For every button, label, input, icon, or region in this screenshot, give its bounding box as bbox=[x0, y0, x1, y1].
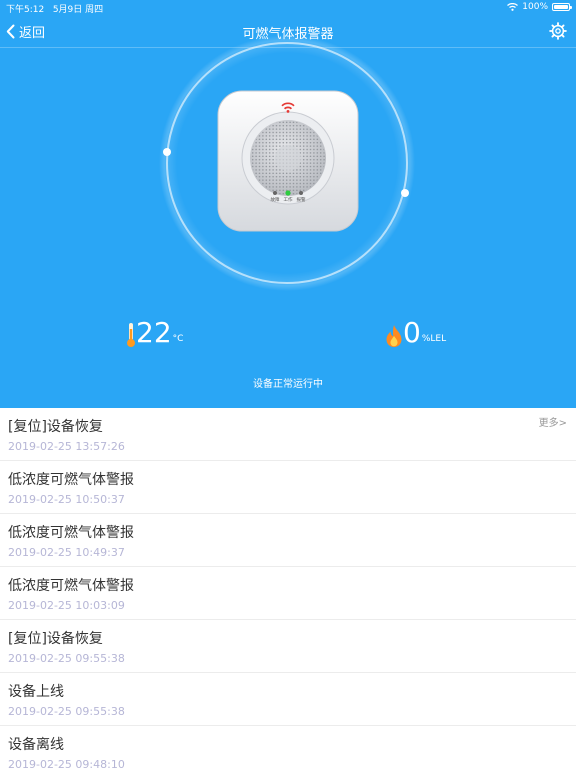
work-indicator-label: 工作 bbox=[284, 196, 293, 203]
event-time: 2019-02-25 09:55:38 bbox=[8, 652, 125, 665]
event-row[interactable]: 低浓度可燃气体警报 2019-02-25 10:50:37 bbox=[0, 461, 576, 514]
event-time: 2019-02-25 09:55:38 bbox=[8, 705, 125, 718]
alarm-indicator-label: 报警 bbox=[297, 196, 306, 203]
event-row[interactable]: [复位]设备恢复 2019-02-25 13:57:26 bbox=[0, 408, 576, 461]
thermometer-icon bbox=[127, 323, 135, 347]
event-title: 设备离线 bbox=[8, 737, 64, 753]
temperature-reading: 22 °C bbox=[126, 318, 183, 348]
device-status-text: 设备正常运行中 bbox=[253, 379, 323, 390]
event-row[interactable]: 设备离线 2019-02-25 09:48:10 bbox=[0, 726, 576, 768]
gas-unit: %LEL bbox=[421, 334, 447, 344]
event-row[interactable]: [复位]设备恢复 2019-02-25 09:55:38 bbox=[0, 620, 576, 673]
event-time: 2019-02-25 10:49:37 bbox=[8, 546, 125, 559]
event-time: 2019-02-25 10:50:37 bbox=[8, 493, 125, 506]
gas-value: 0 bbox=[403, 316, 421, 349]
gas-reading: 0 %LEL bbox=[385, 318, 446, 348]
alarm-indicator bbox=[273, 191, 277, 195]
flame-icon bbox=[386, 325, 402, 347]
event-time: 2019-02-25 13:57:26 bbox=[8, 440, 125, 453]
event-row[interactable]: 低浓度可燃气体警报 2019-02-25 10:49:37 bbox=[0, 514, 576, 567]
ring-marker-left bbox=[163, 148, 171, 156]
event-title: 低浓度可燃气体警报 bbox=[8, 578, 134, 594]
event-title: [复位]设备恢复 bbox=[8, 419, 103, 435]
event-title: 低浓度可燃气体警报 bbox=[8, 525, 134, 541]
event-time: 2019-02-25 09:48:10 bbox=[8, 758, 125, 768]
gas-detector-image: 故障 工作 报警 bbox=[217, 90, 359, 232]
event-title: [复位]设备恢复 bbox=[8, 631, 103, 647]
event-time: 2019-02-25 10:03:09 bbox=[8, 599, 125, 612]
temperature-value: 22 bbox=[136, 316, 172, 349]
work-indicator bbox=[285, 190, 291, 196]
device-hero: 下午5:12 5月9日 周四 100% 返回 可燃气体报警器 故障 工作 报警 … bbox=[0, 0, 576, 408]
fault-indicator-label: 故障 bbox=[271, 196, 280, 203]
event-row[interactable]: 设备上线 2019-02-25 09:55:38 bbox=[0, 673, 576, 726]
event-title: 设备上线 bbox=[8, 684, 64, 700]
event-row[interactable]: 低浓度可燃气体警报 2019-02-25 10:03:09 bbox=[0, 567, 576, 620]
fault-indicator bbox=[299, 191, 303, 195]
event-title: 低浓度可燃气体警报 bbox=[8, 472, 134, 488]
ring-marker-right bbox=[401, 189, 409, 197]
event-list: 更多> [复位]设备恢复 2019-02-25 13:57:26 低浓度可燃气体… bbox=[0, 408, 576, 768]
temperature-unit: °C bbox=[172, 334, 184, 344]
